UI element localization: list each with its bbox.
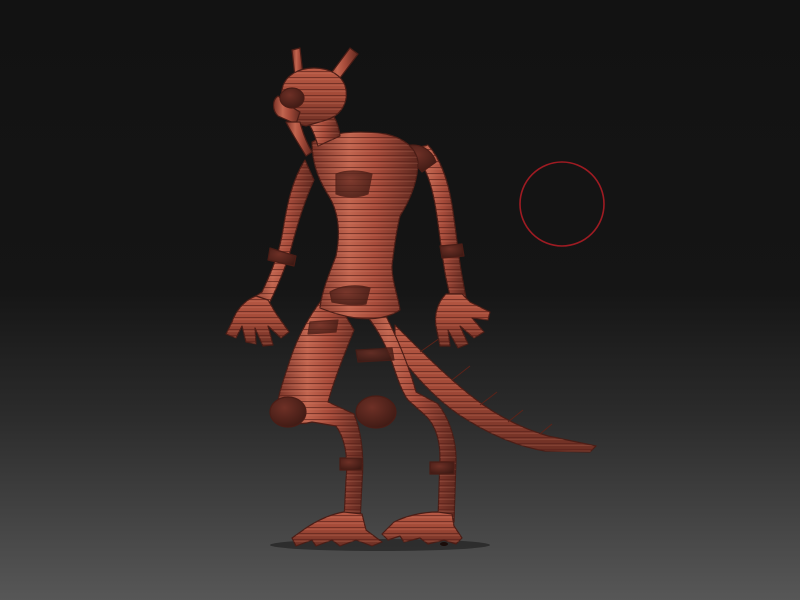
sculpt-viewport[interactable] xyxy=(0,0,800,600)
canvas-3d[interactable] xyxy=(0,0,800,600)
viewport-background xyxy=(0,0,800,600)
